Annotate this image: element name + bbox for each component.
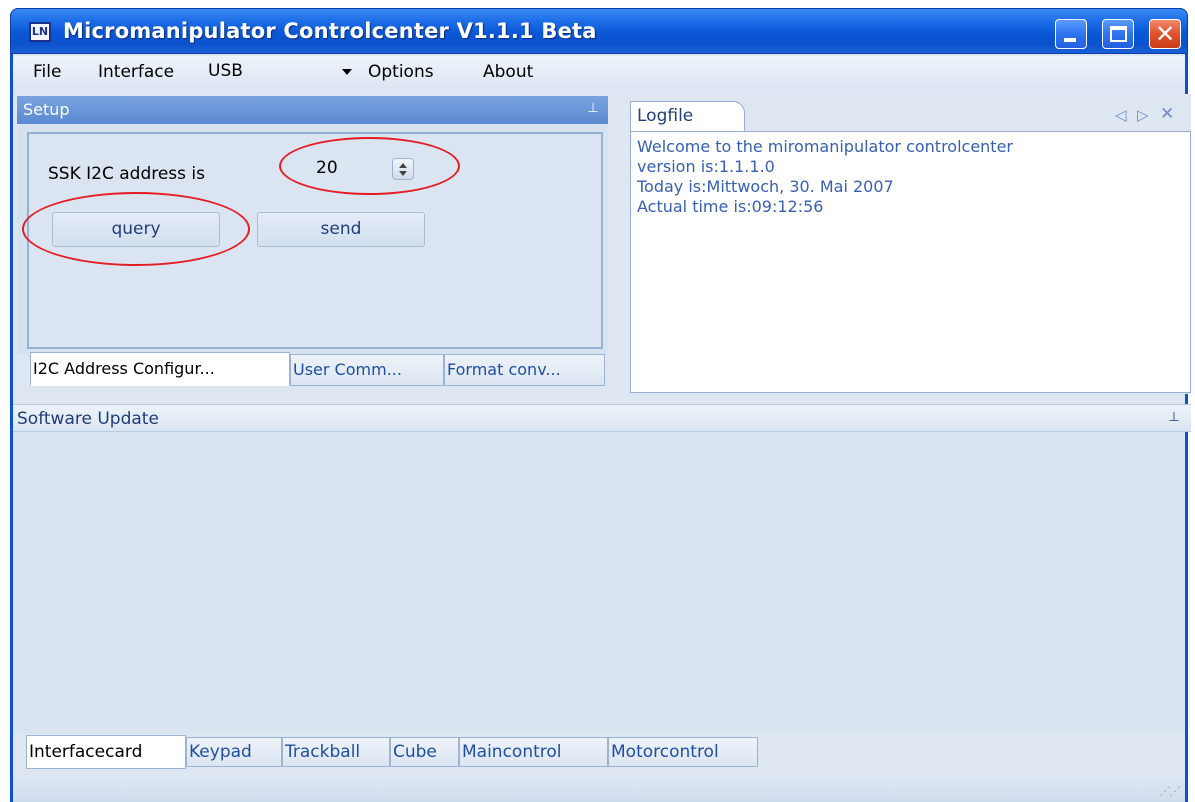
minimize-button[interactable] [1055,19,1087,49]
tab-i2c-address-config[interactable]: I2C Address Configur... [30,352,290,386]
tab-motorcontrol[interactable]: Motorcontrol [608,737,758,767]
log-line: version is:1.1.1.0 [637,157,775,176]
tab-user-commands[interactable]: User Comm... [290,354,444,386]
window-title: Micromanipulator Controlcenter V1.1.1 Be… [63,19,597,43]
menu-options[interactable]: Options [368,62,434,82]
title-bar[interactable]: LN Micromanipulator Controlcenter V1.1.1… [10,8,1188,54]
interface-select[interactable]: USB [206,58,356,85]
maximize-button[interactable] [1102,19,1134,49]
address-spinbox[interactable]: 20 [300,152,425,186]
pin-icon[interactable]: ⊥ [1167,410,1181,426]
setup-panel-header: Setup ⊥ [17,96,608,124]
tab-cube[interactable]: Cube [390,737,459,767]
close-icon[interactable]: ✕ [1160,104,1174,124]
address-value[interactable]: 20 [316,158,338,178]
logfile-text[interactable]: Welcome to the miromanipulator controlce… [630,131,1191,393]
log-line: Welcome to the miromanipulator controlce… [637,137,1013,156]
query-button[interactable]: query [52,212,220,247]
ssk-address-label: SSK I2C address is [48,164,206,184]
minimize-icon [1064,38,1076,42]
menu-file[interactable]: File [33,62,61,82]
log-line: Today is:Mittwoch, 30. Mai 2007 [637,177,894,196]
maximize-icon [1110,26,1127,42]
setup-panel-title: Setup [23,100,70,119]
close-icon: ✕ [1154,20,1176,48]
software-update-title: Software Update [17,409,159,429]
resize-grip-icon[interactable]: ⋰⋰ [1159,784,1181,798]
menu-about[interactable]: About [483,62,533,82]
tab-logfile[interactable]: Logfile [630,101,745,131]
scroll-left-icon[interactable]: ◁ [1115,106,1127,124]
tab-maincontrol[interactable]: Maincontrol [459,737,608,767]
log-line: Actual time is:09:12:56 [637,197,824,216]
app-icon: LN [29,22,51,42]
close-button[interactable]: ✕ [1149,19,1181,49]
software-update-panel [13,433,1185,733]
scroll-right-icon[interactable]: ▷ [1137,106,1149,124]
menu-interface[interactable]: Interface [98,62,174,82]
interface-select-value: USB [208,61,243,81]
spin-buttons[interactable] [392,158,414,180]
menu-bar: File Interface USB Options About [13,56,1185,89]
chevron-up-icon[interactable] [399,163,407,168]
tab-format-conversion[interactable]: Format conv... [444,354,605,386]
send-button[interactable]: send [257,212,425,247]
tab-keypad[interactable]: Keypad [186,737,282,767]
software-update-header: Software Update ⊥ [13,404,1191,432]
chevron-down-icon [342,69,352,75]
tab-interfacecard[interactable]: Interfacecard [26,735,186,769]
tab-trackball[interactable]: Trackball [282,737,390,767]
pin-icon[interactable]: ⊥ [586,101,600,117]
chevron-down-icon[interactable] [399,171,407,176]
status-bar: ⋰⋰ [13,775,1185,802]
